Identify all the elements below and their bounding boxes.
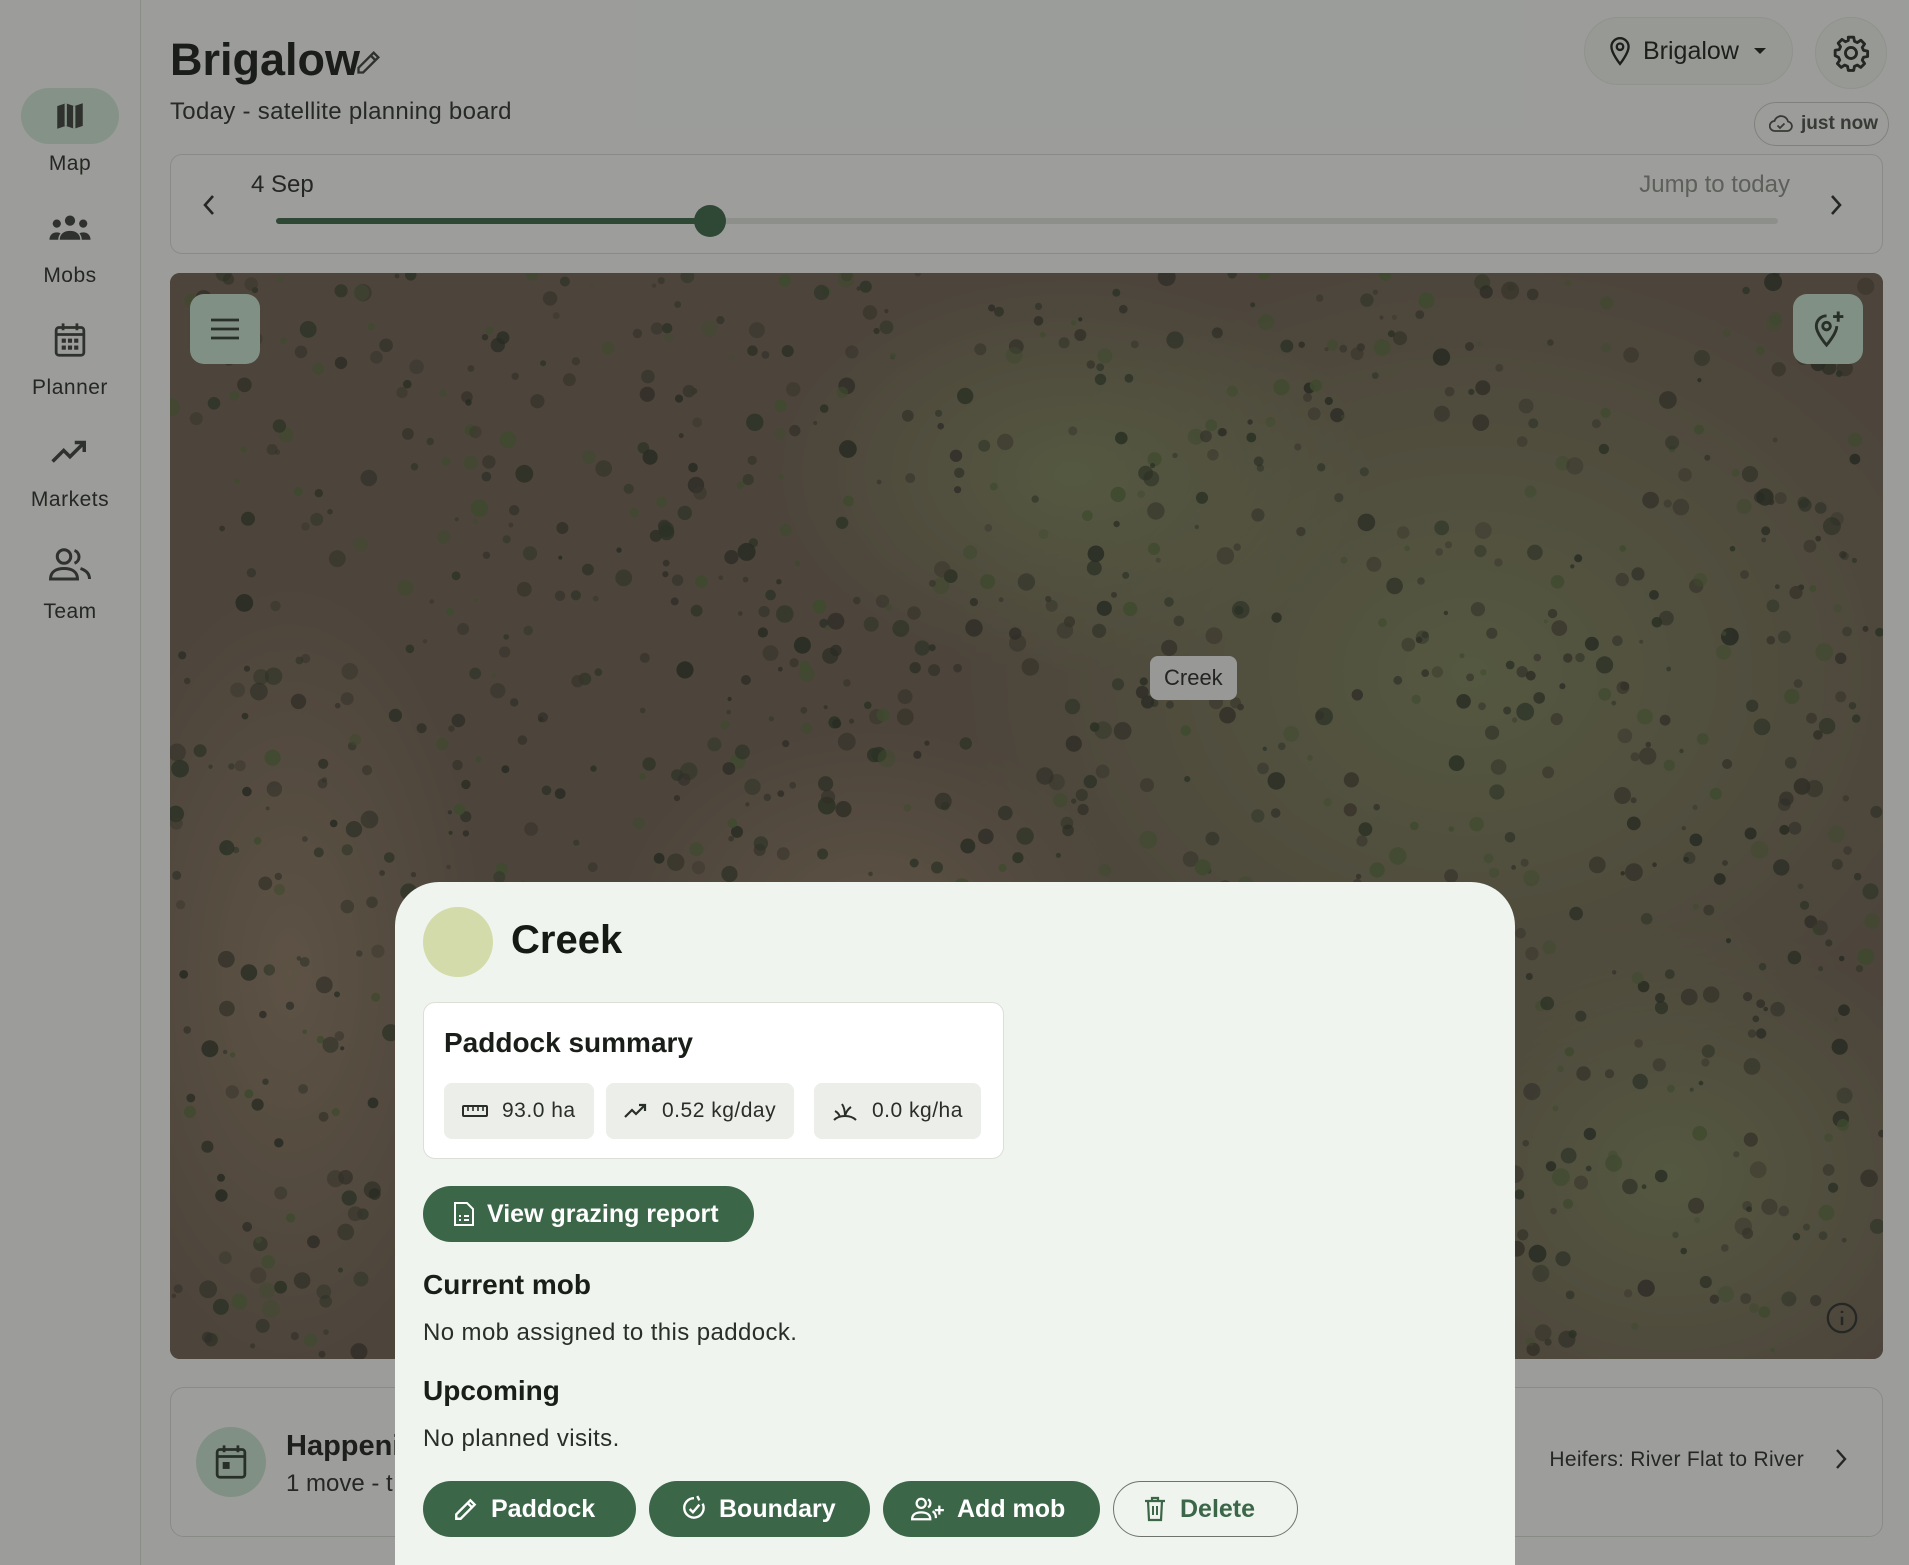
upcoming-text: No planned visits. (423, 1425, 620, 1452)
trending-up-icon (624, 1103, 648, 1119)
paddock-bottom-sheet: Creek Paddock summary 93.0 ha 0.52 kg/da… (395, 882, 1515, 1565)
add-mob-button[interactable]: Add mob (883, 1481, 1100, 1537)
view-grazing-report-button[interactable]: View grazing report (423, 1186, 754, 1242)
feed-stat: 0.0 kg/ha (814, 1083, 981, 1139)
paddock-summary-title: Paddock summary (444, 1027, 693, 1058)
area-value: 93.0 ha (502, 1099, 576, 1122)
add-mob-label: Add mob (957, 1494, 1066, 1523)
growth-value: 0.52 kg/day (662, 1099, 777, 1122)
trash-icon (1144, 1496, 1166, 1522)
current-mob-heading: Current mob (423, 1269, 591, 1300)
edit-paddock-button[interactable]: Paddock (423, 1481, 636, 1537)
edit-paddock-label: Paddock (491, 1494, 596, 1523)
pencil-icon (453, 1496, 479, 1522)
ruler-icon (462, 1104, 488, 1118)
view-grazing-report-label: View grazing report (487, 1199, 719, 1228)
paddock-title: Creek (511, 918, 623, 962)
upcoming-heading: Upcoming (423, 1375, 560, 1406)
boundary-icon (681, 1495, 707, 1523)
grass-icon (832, 1101, 858, 1121)
edit-boundary-label: Boundary (719, 1494, 836, 1523)
feed-value: 0.0 kg/ha (872, 1099, 963, 1122)
paddock-color-swatch (423, 907, 493, 977)
paddock-summary-card: Paddock summary 93.0 ha 0.52 kg/day 0.0 … (423, 1002, 1004, 1159)
report-icon (453, 1201, 475, 1227)
area-stat: 93.0 ha (444, 1083, 594, 1139)
add-group-icon (911, 1496, 945, 1522)
current-mob-text: No mob assigned to this paddock. (423, 1319, 798, 1346)
delete-paddock-label: Delete (1180, 1494, 1256, 1523)
growth-stat: 0.52 kg/day (606, 1083, 795, 1139)
delete-paddock-button[interactable]: Delete (1113, 1481, 1298, 1537)
edit-boundary-button[interactable]: Boundary (649, 1481, 870, 1537)
